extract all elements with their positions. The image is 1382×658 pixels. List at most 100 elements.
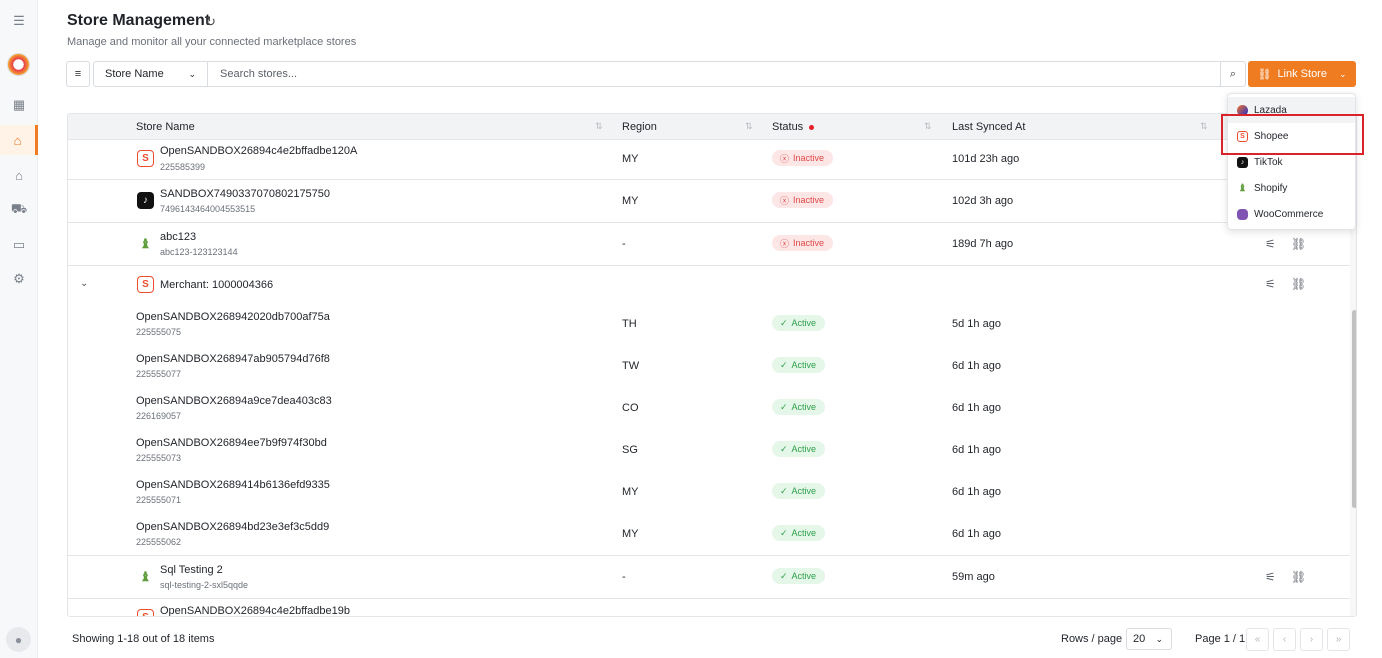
link-icon[interactable]: ⛓ bbox=[1291, 237, 1306, 251]
table-header: Store Name ⇅ Region ⇅ Status ⇅ Last Sync… bbox=[68, 114, 1356, 140]
search-input[interactable] bbox=[208, 61, 1221, 87]
warehouse-icon[interactable]: ⌂ bbox=[0, 160, 38, 190]
sidebar: ☰ ▦ ⌂ ⌂ ⛟ ▭ ⚙ ● bbox=[0, 0, 38, 658]
store-id: 225585399 bbox=[160, 162, 206, 172]
filter-button[interactable]: ≡ bbox=[66, 61, 90, 87]
store-id: 7496143464004553515 bbox=[160, 204, 256, 214]
table-row[interactable]: OpenSANDBOX268947ab905794d76f8 225555077… bbox=[68, 350, 1350, 392]
status-badge-label: Inactive bbox=[793, 238, 825, 248]
last-synced: 189d 7h ago bbox=[952, 238, 1014, 250]
last-synced: 6d 1h ago bbox=[952, 444, 1001, 456]
status-badge: ⓧ Inactive bbox=[772, 192, 834, 208]
column-header-status[interactable]: Status bbox=[772, 121, 815, 133]
avatar[interactable]: ● bbox=[6, 627, 31, 652]
column-header-last-synced[interactable]: Last Synced At bbox=[952, 121, 1025, 133]
check-circle-icon: ✓ bbox=[780, 570, 788, 581]
dropdown-item-woocommerce[interactable]: WooCommerce bbox=[1228, 201, 1355, 227]
scrollbar-thumb[interactable] bbox=[1352, 310, 1356, 508]
merchant-group-row[interactable]: ⌄ S Merchant: 1000004366 ⚟ ⛓ bbox=[68, 265, 1350, 303]
status-badge-label: Active bbox=[791, 528, 817, 538]
sort-icon[interactable]: ⇅ bbox=[745, 121, 753, 132]
filter-active-dot bbox=[809, 124, 815, 130]
unlink-icon[interactable]: ⛓ bbox=[1291, 277, 1306, 291]
check-circle-icon: ✓ bbox=[780, 359, 788, 370]
store-name[interactable]: OpenSANDBOX2689414b6136efd9335 bbox=[136, 479, 330, 491]
region: MY bbox=[622, 486, 639, 498]
store-name[interactable]: abc123 bbox=[160, 231, 196, 243]
table-row[interactable]: OpenSANDBOX26894bd23e3ef3c5dd9 225555062… bbox=[68, 518, 1350, 555]
status-badge: ✓ Active bbox=[772, 525, 826, 541]
region: TW bbox=[622, 360, 640, 372]
table-row[interactable]: ♝ Sql Testing 2 sql-testing-2-sxl5qqde -… bbox=[68, 555, 1350, 598]
search-icon: ⌕ bbox=[1229, 67, 1237, 80]
stores-table: Store Name ⇅ Region ⇅ Status ⇅ Last Sync… bbox=[67, 113, 1357, 617]
column-header-store-name[interactable]: Store Name bbox=[136, 121, 195, 133]
menu-icon[interactable]: ☰ bbox=[0, 6, 38, 36]
next-page-button[interactable]: › bbox=[1300, 628, 1323, 651]
table-row[interactable]: OpenSANDBOX26894a9ce7dea403c83 226169057… bbox=[68, 392, 1350, 434]
dropdown-item-label: Shopify bbox=[1254, 182, 1288, 194]
first-page-button[interactable]: « bbox=[1246, 628, 1269, 651]
table-row[interactable]: S OpenSANDBOX26894c4e2bffadbe120A 225585… bbox=[68, 141, 1350, 183]
store-name[interactable]: OpenSANDBOX26894a9ce7dea403c83 bbox=[136, 395, 332, 407]
wallet-icon[interactable]: ▭ bbox=[0, 230, 38, 260]
store-name[interactable]: OpenSANDBOX268942020db700af75a bbox=[136, 311, 330, 323]
store-name[interactable]: OpenSANDBOX26894c4e2bffadbe19b bbox=[160, 605, 350, 616]
column-header-region[interactable]: Region bbox=[622, 121, 657, 133]
sort-icon[interactable]: ⇅ bbox=[595, 121, 603, 132]
store-name[interactable]: OpenSANDBOX26894ee7b9f974f30bd bbox=[136, 437, 327, 449]
rows-per-page-select[interactable]: 20 ⌄ bbox=[1126, 628, 1172, 650]
region: MY bbox=[622, 153, 639, 165]
region: SG bbox=[622, 444, 638, 456]
sort-icon[interactable]: ⇅ bbox=[1200, 121, 1208, 132]
store-icon[interactable]: ⌂ bbox=[0, 125, 38, 155]
highlight-box bbox=[1221, 114, 1364, 155]
settings-icon[interactable]: ⚙ bbox=[0, 264, 38, 294]
search-field-select[interactable]: Store Name ⌄ bbox=[93, 61, 208, 87]
store-id: abc123-123123144 bbox=[160, 247, 238, 257]
store-name[interactable]: OpenSANDBOX268947ab905794d76f8 bbox=[136, 353, 330, 365]
truck-icon[interactable]: ⛟ bbox=[0, 195, 38, 225]
settings-sliders-icon[interactable]: ⚟ bbox=[1265, 570, 1276, 584]
status-badge-label: Active bbox=[791, 360, 817, 370]
status-badge-label: Active bbox=[791, 571, 817, 581]
status-badge-label: Inactive bbox=[793, 195, 825, 205]
link-icon: ⛓ bbox=[1257, 68, 1272, 81]
table-row[interactable]: S OpenSANDBOX26894c4e2bffadbe19b bbox=[68, 598, 1350, 616]
sort-icon[interactable]: ⇅ bbox=[924, 121, 932, 132]
last-page-button[interactable]: » bbox=[1327, 628, 1350, 651]
last-synced: 59m ago bbox=[952, 571, 995, 583]
store-name[interactable]: Sql Testing 2 bbox=[160, 564, 223, 576]
store-name[interactable]: OpenSANDBOX26894c4e2bffadbe120A bbox=[160, 145, 357, 157]
shopee-icon: S bbox=[137, 276, 154, 293]
link-store-label: Link Store bbox=[1277, 68, 1327, 80]
store-id: 225555073 bbox=[136, 453, 182, 463]
status-badge-label: Active bbox=[791, 402, 817, 412]
table-row[interactable]: OpenSANDBOX2689414b6136efd9335 225555071… bbox=[68, 476, 1350, 518]
region: TH bbox=[622, 318, 637, 330]
dashboard-icon[interactable]: ▦ bbox=[0, 90, 38, 120]
table-row[interactable]: ♪ SANDBOX7490337070802175750 74961434640… bbox=[68, 179, 1350, 222]
rows-per-page-value: 20 bbox=[1133, 633, 1146, 645]
dropdown-item-shopify[interactable]: ♝ Shopify bbox=[1228, 175, 1355, 201]
status-badge: ✓ Active bbox=[772, 568, 826, 584]
prev-page-button[interactable]: ‹ bbox=[1273, 628, 1296, 651]
settings-sliders-icon[interactable]: ⚟ bbox=[1265, 277, 1276, 291]
refresh-icon[interactable]: ↻ bbox=[205, 14, 216, 30]
store-id: 225555077 bbox=[136, 369, 182, 379]
unlink-icon[interactable]: ⛓ bbox=[1291, 570, 1306, 584]
table-row[interactable]: OpenSANDBOX268942020db700af75a 225555075… bbox=[68, 308, 1350, 350]
last-synced: 6d 1h ago bbox=[952, 360, 1001, 372]
store-id: sql-testing-2-sxl5qqde bbox=[160, 580, 249, 590]
table-row[interactable]: OpenSANDBOX26894ee7b9f974f30bd 225555073… bbox=[68, 434, 1350, 476]
table-row[interactable]: ♝ abc123 abc123-123123144 - ⓧ Inactive 18… bbox=[68, 222, 1350, 265]
chevron-down-icon: ⌄ bbox=[1155, 633, 1163, 644]
store-name[interactable]: SANDBOX7490337070802175750 bbox=[160, 188, 330, 200]
app-logo bbox=[7, 53, 30, 76]
last-synced: 5d 1h ago bbox=[952, 318, 1001, 330]
store-name[interactable]: OpenSANDBOX26894bd23e3ef3c5dd9 bbox=[136, 521, 329, 533]
link-store-button[interactable]: ⛓ Link Store ⌄ bbox=[1248, 61, 1356, 87]
chevron-down-icon[interactable]: ⌄ bbox=[80, 278, 88, 289]
settings-sliders-icon[interactable]: ⚟ bbox=[1265, 237, 1276, 251]
search-button[interactable]: ⌕ bbox=[1220, 61, 1246, 87]
